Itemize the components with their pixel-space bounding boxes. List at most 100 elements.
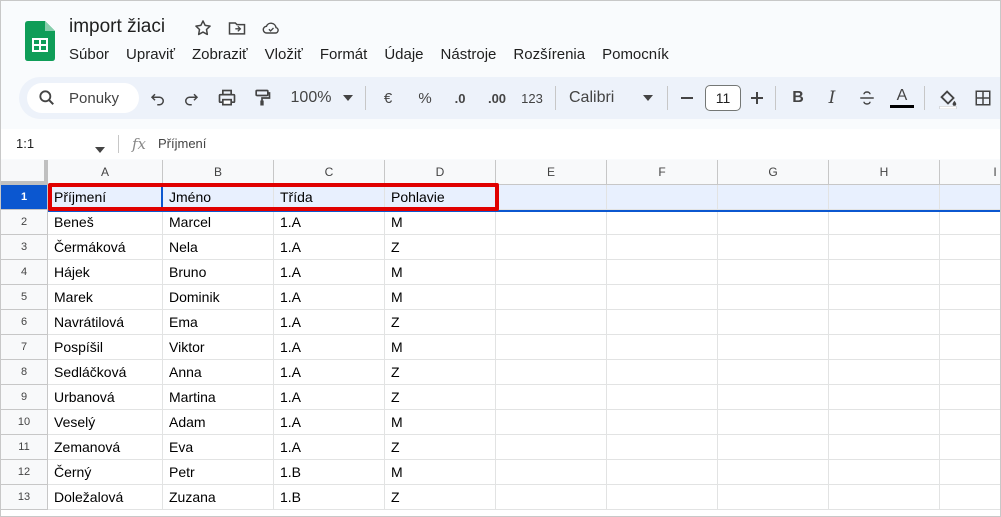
- cell-d13[interactable]: Z: [385, 485, 496, 510]
- cell-f1[interactable]: [607, 185, 718, 210]
- row-header-3[interactable]: 3: [1, 235, 48, 260]
- cell-a6[interactable]: Navrátilová: [48, 310, 163, 335]
- cell-g2[interactable]: [718, 210, 829, 235]
- cell-f3[interactable]: [607, 235, 718, 260]
- column-header-b[interactable]: B: [163, 160, 274, 185]
- cell-c10[interactable]: 1.A: [274, 410, 385, 435]
- cell-d4[interactable]: M: [385, 260, 496, 285]
- font-chevron-down-icon[interactable]: [641, 87, 655, 109]
- zoom-select[interactable]: 100%: [287, 87, 335, 109]
- menu-data[interactable]: Údaje: [384, 46, 423, 63]
- cell-b5[interactable]: Dominik: [163, 285, 274, 310]
- cell-a3[interactable]: Čermáková: [48, 235, 163, 260]
- row-header-6[interactable]: 6: [1, 310, 48, 335]
- document-title[interactable]: import žiaci: [69, 16, 165, 38]
- cell-c13[interactable]: 1.B: [274, 485, 385, 510]
- cell-b11[interactable]: Eva: [163, 435, 274, 460]
- column-header-i[interactable]: I: [940, 160, 1000, 185]
- cell-f11[interactable]: [607, 435, 718, 460]
- cell-f6[interactable]: [607, 310, 718, 335]
- cell-e5[interactable]: [496, 285, 607, 310]
- text-color-button[interactable]: A: [889, 87, 915, 109]
- cell-a13[interactable]: Doležalová: [48, 485, 163, 510]
- row-header-11[interactable]: 11: [1, 435, 48, 460]
- cell-b10[interactable]: Adam: [163, 410, 274, 435]
- column-header-c[interactable]: C: [274, 160, 385, 185]
- name-box-chevron-down-icon[interactable]: [95, 140, 105, 158]
- menu-edit[interactable]: Upraviť: [126, 46, 175, 63]
- cell-b2[interactable]: Marcel: [163, 210, 274, 235]
- cell-i4[interactable]: [940, 260, 1000, 285]
- cell-i7[interactable]: [940, 335, 1000, 360]
- cell-h6[interactable]: [829, 310, 940, 335]
- cell-b6[interactable]: Ema: [163, 310, 274, 335]
- cell-c7[interactable]: 1.A: [274, 335, 385, 360]
- cell-i11[interactable]: [940, 435, 1000, 460]
- row-header-13[interactable]: 13: [1, 485, 48, 510]
- cell-c4[interactable]: 1.A: [274, 260, 385, 285]
- cell-a12[interactable]: Černý: [48, 460, 163, 485]
- cell-d8[interactable]: Z: [385, 360, 496, 385]
- cell-g4[interactable]: [718, 260, 829, 285]
- cell-i8[interactable]: [940, 360, 1000, 385]
- search-menus[interactable]: Ponuky: [27, 83, 139, 113]
- cell-a2[interactable]: Beneš: [48, 210, 163, 235]
- column-header-d[interactable]: D: [385, 160, 496, 185]
- cell-e1[interactable]: [496, 185, 607, 210]
- cell-g8[interactable]: [718, 360, 829, 385]
- cell-h8[interactable]: [829, 360, 940, 385]
- cell-d9[interactable]: Z: [385, 385, 496, 410]
- cell-g6[interactable]: [718, 310, 829, 335]
- cell-f10[interactable]: [607, 410, 718, 435]
- cell-b13[interactable]: Zuzana: [163, 485, 274, 510]
- strikethrough-icon[interactable]: [855, 87, 879, 109]
- cell-d10[interactable]: M: [385, 410, 496, 435]
- cell-i10[interactable]: [940, 410, 1000, 435]
- borders-icon[interactable]: [971, 87, 995, 109]
- cell-b3[interactable]: Nela: [163, 235, 274, 260]
- cell-e6[interactable]: [496, 310, 607, 335]
- menu-help[interactable]: Pomocník: [602, 46, 669, 63]
- menu-file[interactable]: Súbor: [69, 46, 109, 63]
- cell-c1[interactable]: Třída: [274, 185, 385, 210]
- cell-a1[interactable]: Příjmení: [48, 185, 163, 210]
- cell-e3[interactable]: [496, 235, 607, 260]
- cell-e13[interactable]: [496, 485, 607, 510]
- cell-d7[interactable]: M: [385, 335, 496, 360]
- font-select[interactable]: Calibri: [569, 87, 629, 109]
- increase-font-size-icon[interactable]: [747, 87, 767, 109]
- column-header-e[interactable]: E: [496, 160, 607, 185]
- sheets-logo-icon[interactable]: [25, 21, 55, 61]
- row-header-2[interactable]: 2: [1, 210, 48, 235]
- cell-h7[interactable]: [829, 335, 940, 360]
- row-header-8[interactable]: 8: [1, 360, 48, 385]
- name-box[interactable]: 1:1: [16, 136, 34, 151]
- cell-d12[interactable]: M: [385, 460, 496, 485]
- cell-h11[interactable]: [829, 435, 940, 460]
- cell-i2[interactable]: [940, 210, 1000, 235]
- row-header-7[interactable]: 7: [1, 335, 48, 360]
- cell-a10[interactable]: Veselý: [48, 410, 163, 435]
- column-header-g[interactable]: G: [718, 160, 829, 185]
- cell-d11[interactable]: Z: [385, 435, 496, 460]
- cell-g10[interactable]: [718, 410, 829, 435]
- cell-i3[interactable]: [940, 235, 1000, 260]
- bold-button[interactable]: B: [787, 87, 809, 109]
- cell-e4[interactable]: [496, 260, 607, 285]
- column-header-h[interactable]: H: [829, 160, 940, 185]
- cell-g5[interactable]: [718, 285, 829, 310]
- cell-i13[interactable]: [940, 485, 1000, 510]
- print-icon[interactable]: [216, 87, 238, 109]
- percent-format-button[interactable]: %: [414, 87, 436, 109]
- currency-format-button[interactable]: €: [377, 87, 399, 109]
- decrease-decimal-button[interactable]: .0: [447, 87, 473, 109]
- row-header-5[interactable]: 5: [1, 285, 48, 310]
- cell-g7[interactable]: [718, 335, 829, 360]
- cell-a7[interactable]: Pospíšil: [48, 335, 163, 360]
- cell-f12[interactable]: [607, 460, 718, 485]
- cell-h9[interactable]: [829, 385, 940, 410]
- menu-format[interactable]: Formát: [320, 46, 368, 63]
- column-header-a[interactable]: A: [48, 160, 163, 185]
- cell-f7[interactable]: [607, 335, 718, 360]
- menu-insert[interactable]: Vložiť: [265, 46, 303, 63]
